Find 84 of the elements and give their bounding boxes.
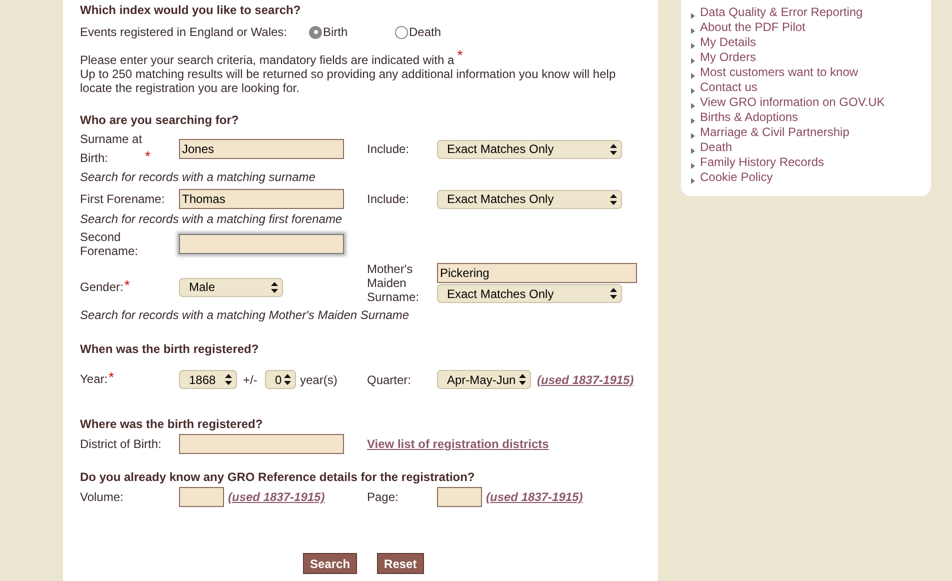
field-label: Mother's Maiden Surname: [367,262,420,304]
field-label: Include: [367,192,410,206]
field-hint: Search for records with a matching first forename [80,212,344,226]
triangle-bullet-icon [691,28,695,34]
triangle-bullet-icon [691,13,695,19]
field-label: Second Forename: [80,230,140,258]
sidebar-link[interactable]: About the PDF Pilot [700,20,806,35]
sidebar-link[interactable]: Data Quality & Error Reporting [700,5,863,20]
updown-arrows-icon [519,374,526,385]
sidebar-link[interactable]: View GRO information on GOV.UK [700,95,885,110]
field-label: Quarter: [367,372,412,386]
instruction-text: Up to 250 matching results will be returned so providing any additional information you know will help locate the registration you are looking for. [80,67,617,95]
triangle-bullet-icon [691,43,695,49]
section-heading: Do you already know any GRO Reference details for the registration? [80,470,476,484]
text-field[interactable] [179,234,344,254]
sidebar-link[interactable]: Marriage & Civil Partnership [700,125,850,140]
date-range-link[interactable]: (used 1837-1915) [228,490,325,504]
triangle-bullet-icon [691,178,695,184]
field-label: Events registered in England or Wales: [80,25,288,39]
field-hint: Search for records with a matching surname [80,170,316,184]
field-label: Year: [80,371,108,388]
field-hint: Search for records with a matching Mother's Maiden Surname [80,308,410,322]
section-heading: Where was the birth registered? [80,417,264,431]
required-mark: * [124,278,130,292]
triangle-bullet-icon [691,163,695,169]
text-field[interactable] [437,487,482,507]
triangle-bullet-icon [691,103,695,109]
text-field[interactable] [179,487,224,507]
triangle-bullet-icon [691,88,695,94]
triangle-bullet-icon [691,73,695,79]
sidebar-link[interactable]: Cookie Policy [700,170,773,185]
field-label: Page: [367,488,398,506]
date-range-link[interactable]: (used 1837-1915) [537,372,634,386]
text-field[interactable] [179,434,344,454]
triangle-bullet-icon [691,58,695,64]
date-range-link[interactable]: (used 1837-1915) [486,490,583,504]
updown-arrows-icon [610,194,617,204]
radio-label[interactable]: Death [409,25,442,39]
dropdown[interactable]: Exact Matches Only [437,140,622,158]
required-mark: * [108,370,114,384]
field-label: Include: [367,142,410,156]
required-mark: * [145,149,150,163]
updown-arrows-icon [225,374,232,385]
instruction-text: Please enter your search criteria, mandatory fields are indicated with a [80,53,454,67]
sidebar-link[interactable]: Births & Adoptions [700,110,798,125]
radio-button[interactable] [395,26,408,38]
field-label: District of Birth: [80,436,162,452]
sidebar-link[interactable]: Family History Records [700,155,824,170]
section-heading: Which index would you like to search? [80,3,302,17]
updown-arrows-icon [610,288,617,299]
updown-arrows-icon [610,144,617,154]
dropdown[interactable]: Exact Matches Only [437,190,622,208]
field-label: First Forename: [80,190,165,208]
radio-label[interactable]: Birth [323,25,348,39]
field-label: Gender: [80,278,124,296]
radio-button[interactable] [309,26,322,38]
dropdown[interactable]: 1868 [179,370,237,389]
sidebar-link[interactable]: My Orders [700,50,756,65]
updown-arrows-icon [284,374,291,385]
field-label: Surname at Birth: [80,131,144,167]
field-label: year(s) [300,372,338,386]
dropdown[interactable]: 0 [265,370,296,389]
field-label: +/- [243,372,258,386]
section-heading: When was the birth registered? [80,342,260,356]
sidebar-link[interactable]: Death [700,140,732,155]
triangle-bullet-icon [691,148,695,154]
dropdown[interactable]: Apr-May-Jun [437,370,531,389]
field-label: Volume: [80,488,124,506]
triangle-bullet-icon [691,118,695,124]
text-field[interactable]: Jones [179,139,344,159]
sidebar-link[interactable]: Contact us [700,80,758,95]
dropdown[interactable]: Exact Matches Only [437,284,622,303]
reset-button[interactable]: Reset [377,553,424,574]
sidebar-link[interactable]: Most customers want to know [700,65,858,80]
required-mark: * [457,49,463,61]
text-field[interactable]: Pickering [437,263,637,283]
section-heading: Who are you searching for? [80,113,240,127]
sidebar-link[interactable]: My Details [700,35,756,50]
triangle-bullet-icon [691,133,695,139]
text-field[interactable]: Thomas [179,189,344,209]
districts-link[interactable]: View list of registration districts [367,437,658,451]
updown-arrows-icon [271,282,278,292]
dropdown[interactable]: Male [179,278,283,296]
search-button[interactable]: Search [303,553,358,574]
